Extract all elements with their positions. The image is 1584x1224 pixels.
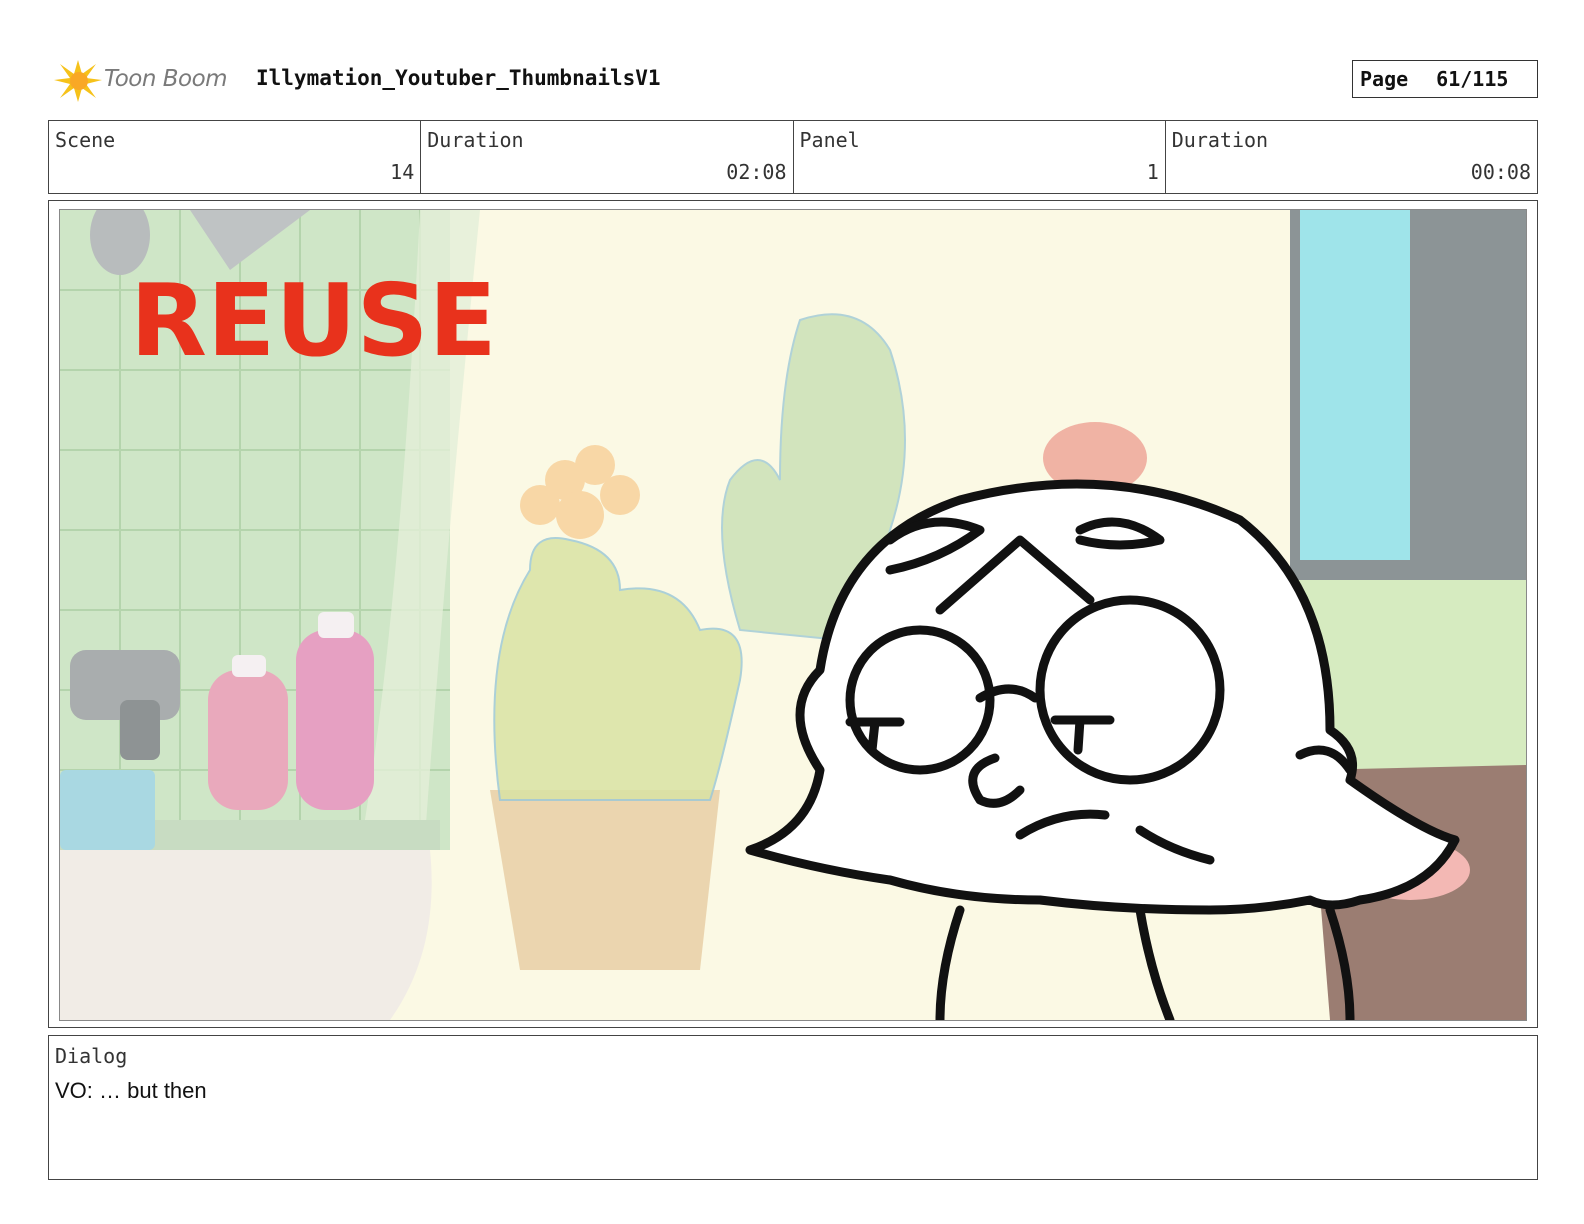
toon-boom-logo: Toon Boom: [52, 56, 242, 106]
panel-label: Panel: [799, 128, 860, 152]
dialog-label: Dialog: [55, 1044, 128, 1068]
panel-duration-cell: Duration 00:08: [1166, 121, 1537, 193]
page-indicator: Page 61/115: [1352, 60, 1538, 98]
scene-duration-label: Duration: [427, 128, 524, 152]
scene-cell: Scene 14: [49, 121, 422, 193]
scene-duration-cell: Duration 02:08: [421, 121, 794, 193]
page-label: Page: [1360, 67, 1409, 91]
page-number: 61/115: [1436, 67, 1509, 91]
logo-text: Toon Boom: [104, 66, 228, 92]
document-title: Illymation_Youtuber_ThumbnailsV1: [256, 66, 661, 90]
scene-duration-value: 02:08: [726, 160, 787, 184]
dialog-text: VO: … but then: [55, 1078, 207, 1103]
panel-artwork: REUSE: [59, 209, 1527, 1021]
panel-duration-label: Duration: [1171, 128, 1269, 152]
scene-info-row: Scene 14 Duration 02:08 Panel 1 Duration…: [48, 120, 1538, 194]
panel-cell: Panel 1: [794, 121, 1166, 193]
panel-value: 1: [1146, 160, 1159, 184]
page-header: Toon Boom Illymation_Youtuber_Thumbnails…: [52, 54, 1538, 106]
toon-boom-logo-icon: [54, 60, 102, 102]
reuse-label: REUSE: [130, 262, 497, 379]
storyboard-panel: REUSE: [48, 200, 1538, 1028]
bathroom-scene-illustration: REUSE: [60, 210, 1526, 1020]
scene-value: 14: [390, 160, 415, 184]
dialog-section: Dialog VO: … but then: [48, 1035, 1538, 1180]
scene-label: Scene: [55, 128, 116, 152]
panel-duration-value: 00:08: [1470, 160, 1531, 184]
